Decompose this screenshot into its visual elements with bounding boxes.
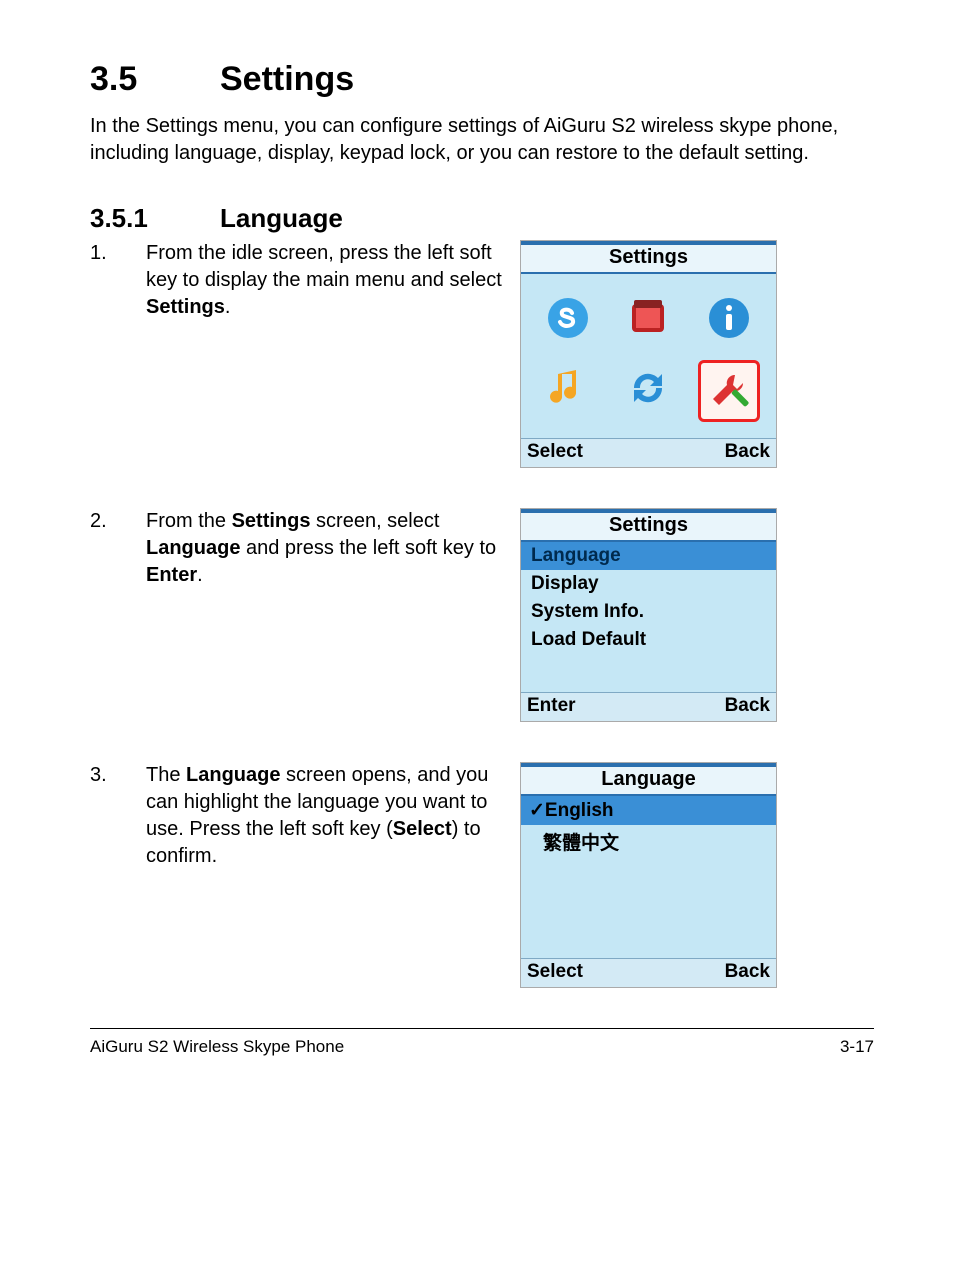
step-1-body: From the idle screen, press the left sof… [146, 240, 510, 321]
screen1-title: Settings [521, 241, 776, 274]
main-menu-grid [521, 280, 776, 432]
subsection-heading: 3.5.1Language [90, 203, 874, 234]
phone-screen-settings-list: Settings Language Display System Info. L… [520, 508, 777, 722]
settings-item-loaddefault[interactable]: Load Default [521, 626, 776, 654]
language-item-english[interactable]: ✓English [521, 796, 776, 825]
settings-item-systeminfo[interactable]: System Info. [521, 598, 776, 626]
subsection-number: 3.5.1 [90, 203, 220, 234]
contacts-icon[interactable] [620, 290, 676, 346]
step-3-text: 3. The Language screen opens, and you ca… [90, 762, 510, 870]
step-2: 2. From the Settings screen, select Lang… [90, 508, 874, 722]
tools-icon[interactable] [698, 360, 760, 422]
step-1-number: 1. [90, 240, 146, 321]
screen2-soft-right[interactable]: Back [725, 695, 770, 717]
language-item-chinese[interactable]: 繁體中文 [521, 825, 776, 858]
step-3: 3. The Language screen opens, and you ca… [90, 762, 874, 988]
step-3-body: The Language screen opens, and you can h… [146, 762, 510, 870]
page-footer: AiGuru S2 Wireless Skype Phone 3-17 [90, 1028, 874, 1057]
info-icon[interactable] [701, 290, 757, 346]
settings-item-display[interactable]: Display [521, 570, 776, 598]
screen2-title: Settings [521, 509, 776, 542]
screen2-soft-left[interactable]: Enter [527, 695, 576, 717]
screen1-soft-left[interactable]: Select [527, 441, 583, 463]
screen3-title: Language [521, 763, 776, 796]
step-3-number: 3. [90, 762, 146, 870]
screen1-soft-right[interactable]: Back [725, 441, 770, 463]
step-2-text: 2. From the Settings screen, select Lang… [90, 508, 510, 589]
screen3-soft-left[interactable]: Select [527, 961, 583, 983]
check-icon: ✓ [529, 800, 545, 821]
section-title-text: Settings [220, 60, 354, 98]
footer-page-number: 3-17 [840, 1037, 874, 1057]
step-2-number: 2. [90, 508, 146, 589]
intro-paragraph: In the Settings menu, you can configure … [90, 113, 874, 167]
screen2-softkeys: Enter Back [521, 692, 776, 721]
step-1-text: 1. From the idle screen, press the left … [90, 240, 510, 321]
skype-icon[interactable] [540, 290, 596, 346]
phone-screen-language-list: Language ✓English 繁體中文 Select Back [520, 762, 777, 988]
sync-icon[interactable] [620, 360, 676, 416]
section-heading: 3.5Settings [90, 60, 874, 99]
music-icon[interactable] [540, 360, 596, 416]
subsection-title-text: Language [220, 203, 343, 233]
settings-item-language[interactable]: Language [521, 542, 776, 570]
screen3-softkeys: Select Back [521, 958, 776, 987]
footer-title: AiGuru S2 Wireless Skype Phone [90, 1037, 344, 1057]
step-1: 1. From the idle screen, press the left … [90, 240, 874, 468]
section-number: 3.5 [90, 60, 220, 99]
screen3-soft-right[interactable]: Back [725, 961, 770, 983]
screen1-softkeys: Select Back [521, 438, 776, 467]
phone-screen-mainmenu: Settings [520, 240, 777, 468]
step-2-body: From the Settings screen, select Languag… [146, 508, 510, 589]
